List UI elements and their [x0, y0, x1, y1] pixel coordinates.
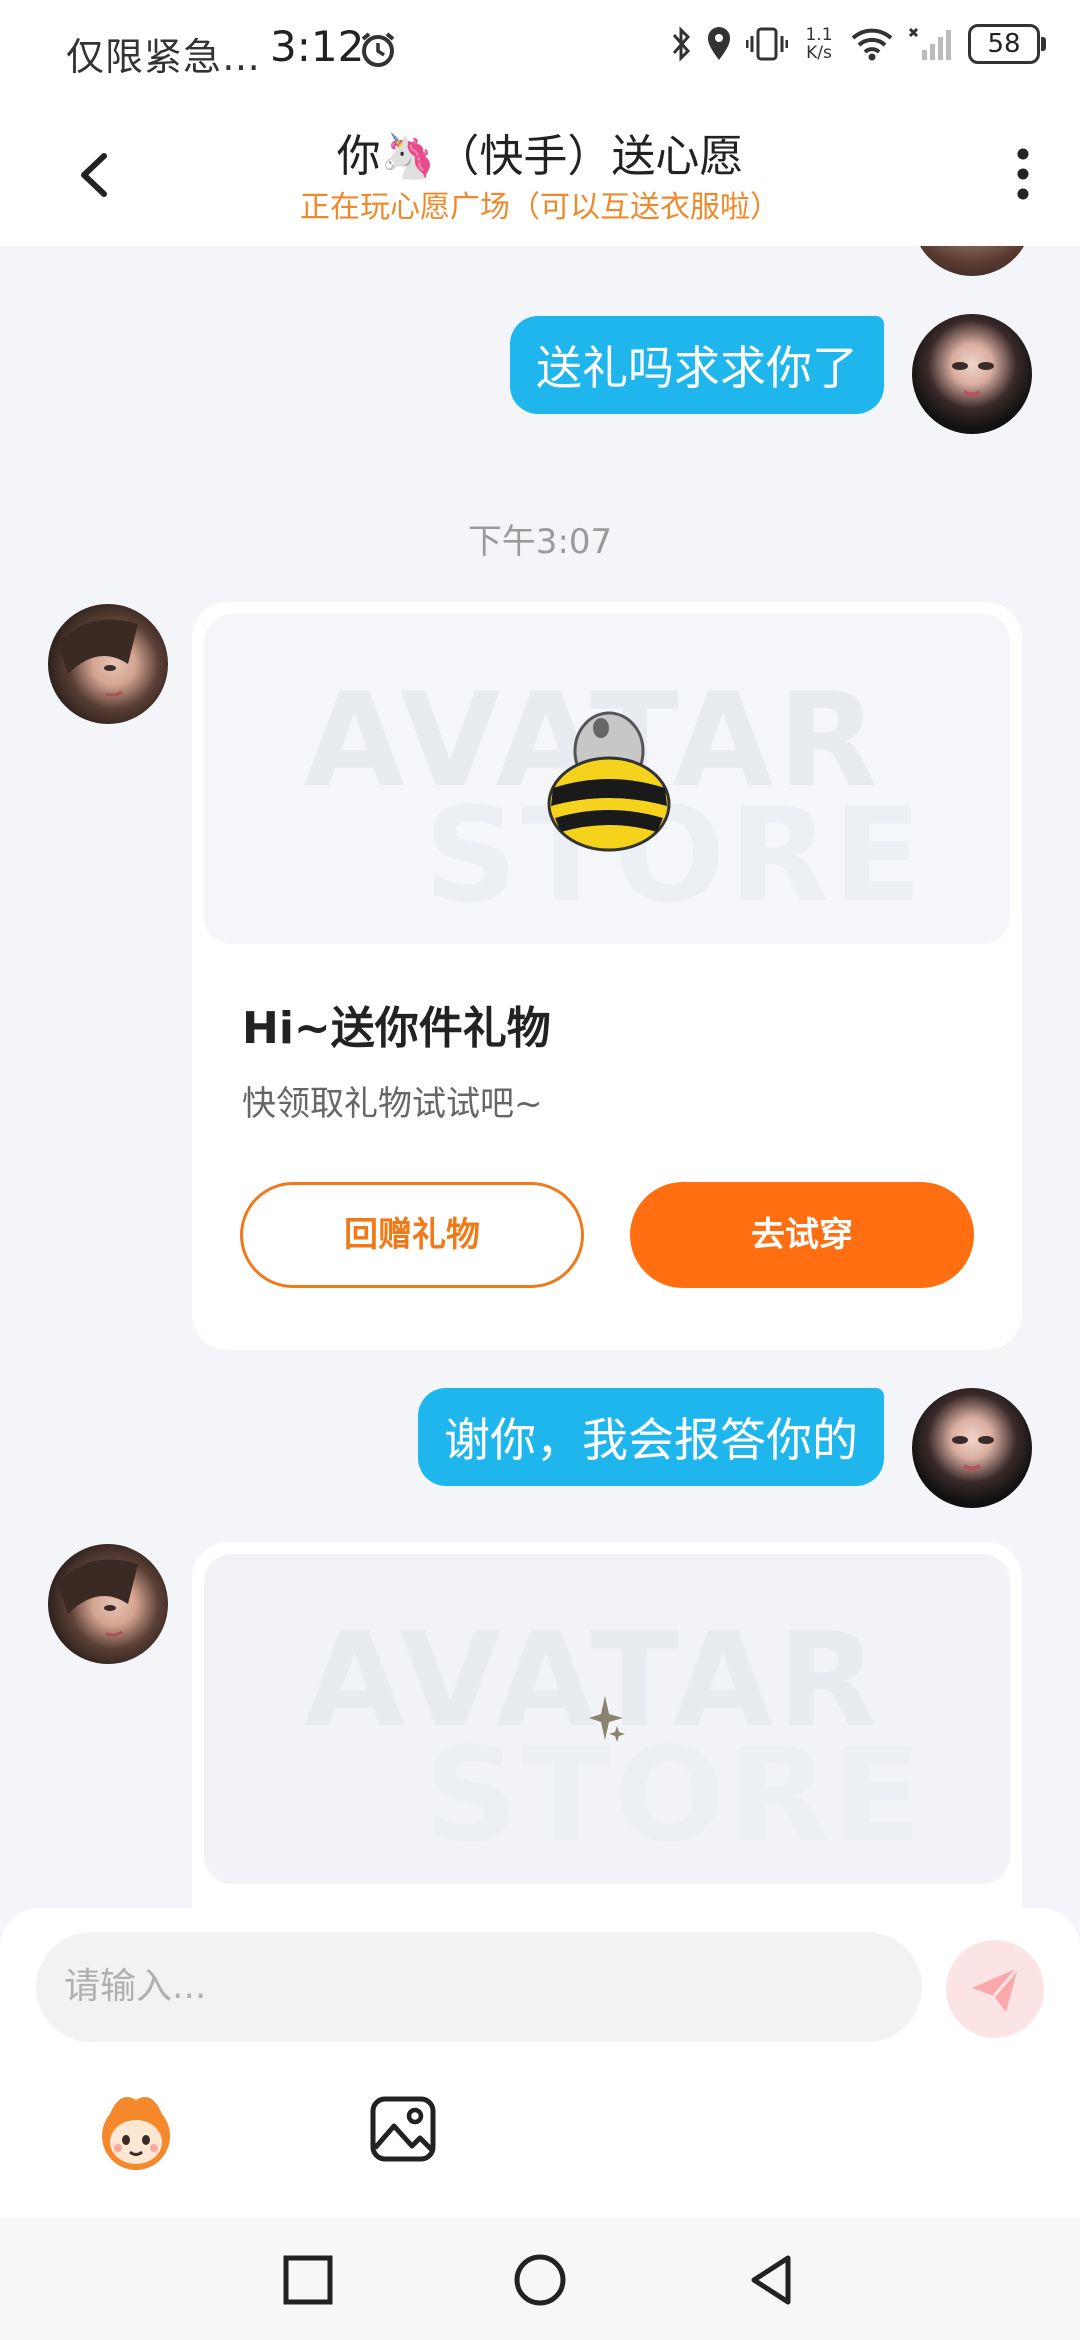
network-speed: 1.1 K/s — [802, 26, 836, 62]
composer: 请输入... — [0, 1908, 1080, 2218]
outgoing-message[interactable]: 谢你，我会报答你的 — [418, 1388, 884, 1486]
vibrate-icon — [746, 27, 788, 61]
chat-header: 你🦄（快手）送心愿 正在玩心愿广场（可以互送衣服啦） — [0, 100, 1080, 246]
previous-avatar-edge — [912, 246, 1032, 276]
friend-avatar[interactable] — [48, 1544, 168, 1664]
watermark-store: STORE — [424, 1719, 926, 1871]
speed-unit: K/s — [806, 43, 832, 63]
friend-avatar[interactable] — [48, 604, 168, 724]
bee-bag-icon — [547, 711, 671, 852]
bluetooth-icon — [672, 26, 691, 62]
send-icon — [972, 1967, 1020, 2012]
gift-card[interactable]: AVATAR STORE — [192, 1542, 1022, 1910]
my-avatar-portrait — [952, 1436, 994, 1471]
location-icon — [708, 27, 730, 60]
gift-image-loading[interactable]: AVATAR STORE — [204, 1554, 1010, 1884]
try-on-button[interactable]: 去试穿 — [630, 1182, 974, 1288]
clock: 3:12 — [270, 22, 365, 71]
my-avatar-portrait — [952, 362, 994, 397]
my-avatar[interactable] — [912, 1388, 1032, 1508]
friend-avatar-portrait — [58, 619, 138, 697]
more-icon[interactable] — [1008, 144, 1038, 204]
message-list[interactable]: 送礼吗求求你了 下午3:07 AVATAR STORE — [0, 246, 1080, 1910]
my-avatar[interactable] — [912, 314, 1032, 434]
gift-image[interactable]: AVATAR STORE — [204, 614, 1010, 944]
friend-avatar-portrait — [58, 1559, 138, 1637]
chat-subtitle[interactable]: 正在玩心愿广场（可以互送衣服啦） — [0, 182, 1080, 226]
mascot-icon[interactable] — [90, 2086, 182, 2178]
gift-card-title: Hi~送你件礼物 — [242, 1003, 551, 1054]
signal-icon — [908, 27, 951, 60]
return-gift-button[interactable]: 回赠礼物 — [240, 1182, 584, 1288]
square-nav-icon[interactable] — [280, 2252, 336, 2308]
speed-value: 1.1 — [805, 25, 833, 45]
chat-title: 你🦄（快手）送心愿 — [336, 131, 744, 182]
battery-indicator: 58 — [968, 24, 1046, 64]
circle-nav-icon[interactable] — [512, 2252, 568, 2308]
message-timestamp: 下午3:07 — [467, 522, 613, 562]
outgoing-message[interactable]: 送礼吗求求你了 — [510, 316, 884, 414]
system-nav-bar — [0, 2218, 1080, 2340]
message-input[interactable]: 请输入... — [36, 1932, 922, 2042]
alarm-icon — [361, 32, 395, 67]
image-icon[interactable] — [368, 2094, 438, 2164]
wifi-icon — [851, 28, 893, 61]
screen: 仅限紧急… 3:12 1.1 K/s 58 你🦄（快手）送心愿 正在玩心愿广场（… — [0, 0, 1080, 2340]
carrier-text: 仅限紧急… — [66, 35, 262, 79]
loading-sparkle-icon — [589, 1696, 625, 1742]
status-bar: 仅限紧急… 3:12 1.1 K/s 58 — [0, 0, 1080, 100]
send-button[interactable] — [946, 1940, 1044, 2038]
triangle-nav-icon[interactable] — [744, 2252, 800, 2308]
gift-card-description: 快领取礼物试试吧~ — [242, 1084, 543, 1124]
gift-card[interactable]: AVATAR STORE Hi~送你件礼物 快领取礼物试试吧~ 回赠礼物 去试穿 — [192, 602, 1022, 1350]
status-icons: 1.1 K/s 58 — [670, 24, 1046, 64]
